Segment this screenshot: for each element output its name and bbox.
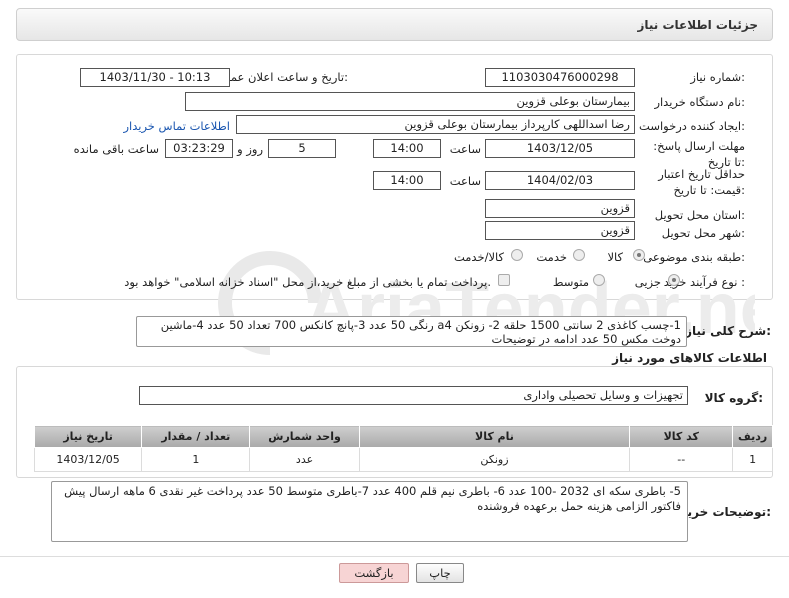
goods-group-field: تجهیزات و وسایل تحصیلی واداری	[139, 386, 688, 405]
process-radio-medium[interactable]	[593, 274, 605, 286]
reply-time-label: ساعت	[449, 142, 481, 156]
cell-need-date: 1403/12/05	[33, 447, 143, 472]
creator-field: رضا اسداللهی کارپرداز بیمارستان بوعلی قز…	[236, 115, 635, 134]
remaining-time-field: 03:23:29	[165, 139, 233, 158]
process-radio-minor[interactable]	[668, 274, 680, 286]
price-validity-date-field: 1404/02/03	[485, 171, 635, 190]
col-unit: واحد شمارش	[249, 425, 360, 448]
description-textarea: 1-چسب کاغذی 2 سانتی 1500 حلقه 2- زونکن a…	[136, 316, 687, 347]
category-radio-both[interactable]	[511, 249, 523, 261]
buyer-org-field: بیمارستان بوعلی قزوین	[185, 92, 635, 111]
city-field: قزوین	[485, 221, 635, 240]
days-label: روز و	[237, 142, 263, 156]
category-option-goods: کالا	[607, 250, 623, 264]
category-option-both: کالا/خدمت	[453, 250, 504, 264]
goods-table-header: ردیف کد کالا نام کالا واحد شمارش تعداد /…	[33, 425, 773, 448]
remaining-days-field: 5	[268, 139, 336, 158]
buyer-notes-textarea: 5- باطری سکه ای 2032 -100 عدد 6- باطری ن…	[51, 481, 688, 542]
reply-time-field: 14:00	[373, 139, 441, 158]
description-label: شرح کلی نیاز:	[685, 324, 771, 338]
category-label: طبقه بندی موضوعی:	[643, 250, 745, 264]
cell-row-number: 1	[732, 447, 773, 472]
print-button[interactable]: چاپ	[416, 563, 464, 583]
goods-group-label: گروه کالا:	[704, 391, 763, 405]
price-validity-time-field: 14:00	[373, 171, 441, 190]
goods-table: ردیف کد کالا نام کالا واحد شمارش تعداد /…	[33, 425, 773, 472]
province-label: استان محل تحویل:	[654, 208, 745, 222]
need-number-field: 1103030476000298	[485, 68, 635, 87]
announce-datetime-label: تاریخ و ساعت اعلان عمومی:	[209, 70, 348, 84]
city-label: شهر محل تحویل:	[661, 226, 745, 240]
col-item-name: نام کالا	[358, 425, 631, 448]
process-option-medium: متوسط	[552, 275, 589, 289]
buyer-contact-link[interactable]: اطلاعات تماس خریدار	[123, 119, 230, 133]
col-row-number: ردیف	[732, 425, 773, 448]
announce-datetime-field: 1403/11/30 - 10:13	[80, 68, 230, 87]
page-title: جزئیات اطلاعات نیاز	[637, 18, 758, 32]
goods-section-title: اطلاعات کالاهای مورد نیاز	[612, 351, 767, 365]
treasury-payment-note: پرداخت تمام یا بخشی از مبلغ خرید،از محل …	[124, 275, 491, 289]
back-button[interactable]: بازگشت	[339, 563, 409, 583]
col-item-code: کد کالا	[629, 425, 734, 448]
category-radio-goods[interactable]	[633, 249, 645, 261]
cell-unit: عدد	[249, 447, 360, 472]
province-field: قزوین	[485, 199, 635, 218]
buyer-org-label: نام دستگاه خریدار:	[654, 95, 745, 109]
creator-label: ایجاد کننده درخواست:	[639, 119, 745, 133]
process-option-minor: جزیی	[634, 275, 661, 289]
remaining-time-label: ساعت باقی مانده	[73, 142, 159, 156]
page-header: جزئیات اطلاعات نیاز	[16, 8, 773, 41]
reply-date-field: 1403/12/05	[485, 139, 635, 158]
cell-item-code: --	[629, 447, 734, 472]
footer-divider	[0, 556, 789, 557]
treasury-payment-checkbox[interactable]	[498, 274, 510, 286]
price-validity-label: حداقل تاریخ اعتبار قیمت: تا تاریخ:	[658, 167, 745, 197]
category-option-service: خدمت	[536, 250, 567, 264]
table-row: 1 -- زونکن عدد 1 1403/12/05	[33, 447, 773, 472]
cell-item-name: زونکن	[358, 447, 631, 472]
category-radio-service[interactable]	[573, 249, 585, 261]
cell-quantity: 1	[141, 447, 251, 472]
col-need-date: تاریخ نیاز	[33, 425, 143, 448]
col-quantity: تعداد / مقدار	[141, 425, 251, 448]
price-validity-time-label: ساعت	[449, 174, 481, 188]
need-number-label: شماره نیاز:	[690, 70, 745, 84]
